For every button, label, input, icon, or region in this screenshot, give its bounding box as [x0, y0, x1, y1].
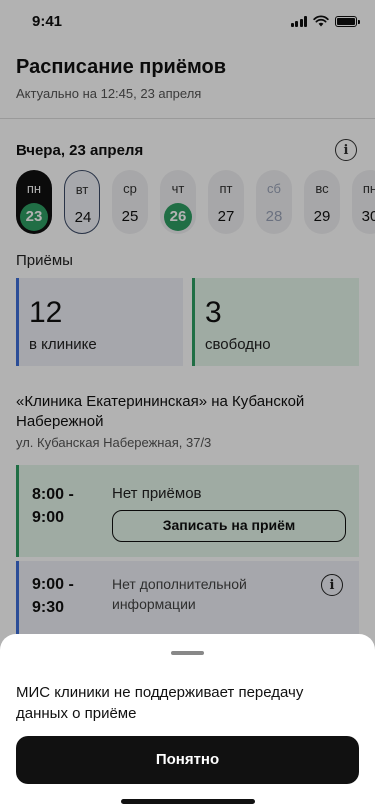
- schedule-screen: 9:41 Расписание приёмов Актуально на 12:…: [0, 0, 375, 812]
- home-indicator: [121, 799, 255, 804]
- bottom-sheet: МИС клиники не поддерживает передачу дан…: [0, 634, 375, 812]
- confirm-button[interactable]: Понятно: [16, 736, 359, 784]
- sheet-drag-handle[interactable]: [171, 651, 204, 655]
- sheet-message: МИС клиники не поддерживает передачу дан…: [16, 684, 304, 722]
